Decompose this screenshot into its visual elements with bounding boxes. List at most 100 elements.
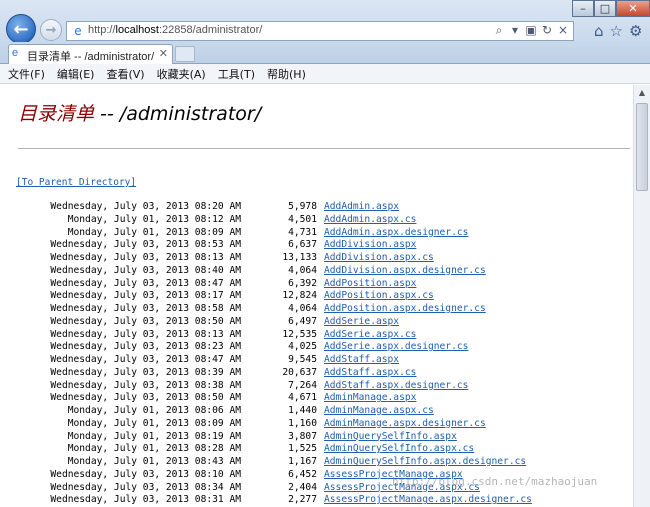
- file-size: 6,637: [288, 239, 317, 251]
- file-size: 6,452: [288, 468, 317, 480]
- file-link[interactable]: AddPosition.aspx.designer.cs: [324, 303, 486, 316]
- file-size: 4,025: [288, 341, 317, 353]
- file-link[interactable]: AddPosition.aspx: [324, 278, 416, 291]
- file-link[interactable]: AddDivision.aspx.cs: [324, 252, 434, 265]
- file-link[interactable]: AddSerie.aspx.designer.cs: [324, 341, 468, 354]
- file-link[interactable]: AddStaff.aspx.cs: [324, 367, 416, 380]
- search-icon[interactable]: ⌕: [493, 23, 505, 38]
- file-link[interactable]: AdminQuerySelfInfo.aspx.designer.cs: [324, 456, 526, 469]
- file-link[interactable]: AddStaff.aspx.designer.cs: [324, 380, 468, 393]
- refresh-icon[interactable]: ↻: [541, 23, 553, 38]
- file-size: 1,167: [288, 456, 317, 467]
- close-window-button[interactable]: ✕: [616, 0, 650, 17]
- file-link[interactable]: AdminManage.aspx.designer.cs: [324, 418, 486, 431]
- dropdown-arrow-icon[interactable]: ▾: [509, 23, 521, 38]
- watermark-text: http://blog.csdn.net/mazhaojuan: [392, 475, 598, 488]
- file-link[interactable]: AdminManage.aspx: [324, 392, 416, 405]
- file-row: Wednesday, July 03, 2013 08:20 AM 5,978 Ad…: [0, 201, 633, 214]
- file-row: Monday, July 01, 2013 08:28 AM 1,525 Admin…: [0, 443, 633, 456]
- file-date: Wednesday, July 03, 2013 08:38 AM: [50, 379, 241, 391]
- file-listing: Wednesday, July 03, 2013 08:20 AM 5,978 Ad…: [0, 201, 633, 507]
- stop-icon[interactable]: ×: [557, 23, 569, 38]
- home-icon[interactable]: ⌂: [594, 22, 604, 40]
- maximize-icon: □: [599, 2, 611, 15]
- file-row: Monday, July 01, 2013 08:12 AM 4,501 AddAd…: [0, 214, 633, 227]
- file-row: Wednesday, July 03, 2013 08:47 AM 9,545 Ad…: [0, 354, 633, 367]
- page-title: 目录清单 -- /administrator/: [18, 99, 261, 126]
- forward-arrow-icon: →: [45, 22, 57, 38]
- favorites-star-icon[interactable]: ☆: [610, 22, 623, 40]
- file-row: Monday, July 01, 2013 08:19 AM 3,807 Admin…: [0, 431, 633, 444]
- file-size: 12,824: [282, 290, 317, 302]
- maximize-button[interactable]: □: [594, 0, 616, 17]
- file-link[interactable]: AddStaff.aspx: [324, 354, 399, 367]
- file-date: Wednesday, July 03, 2013 08:13 AM: [50, 252, 241, 263]
- file-row: Wednesday, July 03, 2013 08:47 AM 6,392 Ad…: [0, 278, 633, 291]
- file-date: Wednesday, July 03, 2013 08:39 AM: [50, 366, 241, 378]
- ie-page-icon: e: [12, 47, 19, 59]
- file-size: 5,978: [288, 201, 317, 212]
- file-size: 1,440: [288, 405, 317, 416]
- file-link[interactable]: AddAdmin.aspx.cs: [324, 214, 416, 227]
- file-date: Wednesday, July 03, 2013 08:40 AM: [50, 264, 241, 276]
- tab-title: 目录清单 -- /administrator/: [27, 51, 155, 63]
- menu-edit[interactable]: 编辑(E): [57, 66, 95, 82]
- file-row: Monday, July 01, 2013 08:09 AM 1,160 Admin…: [0, 418, 633, 431]
- file-date: Wednesday, July 03, 2013 08:10 AM: [50, 468, 241, 480]
- forward-button[interactable]: →: [40, 19, 62, 41]
- new-tab-button[interactable]: [175, 46, 195, 62]
- gear-icon[interactable]: ⚙: [629, 22, 642, 40]
- menu-file[interactable]: 文件(F): [8, 66, 45, 82]
- file-date: Wednesday, July 03, 2013 08:17 AM: [50, 290, 241, 302]
- file-size: 9,545: [288, 354, 317, 365]
- tab-active[interactable]: e 目录清单 -- /administrator/ ✕: [8, 44, 173, 64]
- address-bar[interactable]: e http://localhost:22858/administrator/ …: [66, 21, 574, 41]
- file-size: 1,160: [288, 417, 317, 429]
- minimize-button[interactable]: –: [572, 0, 594, 17]
- close-icon: ✕: [628, 2, 638, 15]
- file-date: Monday, July 01, 2013 08:19 AM: [67, 430, 241, 442]
- menu-bar: 文件(F) 编辑(E) 查看(V) 收藏夹(A) 工具(T) 帮助(H): [0, 64, 650, 84]
- file-date: Wednesday, July 03, 2013 08:47 AM: [50, 354, 241, 365]
- browser-toolbar-icons: ⌂ ☆ ⚙: [594, 22, 642, 40]
- address-url[interactable]: http://localhost:22858/administrator/: [88, 24, 262, 36]
- menu-favorites[interactable]: 收藏夹(A): [157, 66, 206, 82]
- file-date: Monday, July 01, 2013 08:43 AM: [67, 456, 241, 467]
- divider: [18, 148, 630, 149]
- back-button[interactable]: ←: [6, 14, 36, 44]
- browser-titlebar: ← → e http://localhost:22858/administrat…: [0, 0, 650, 44]
- file-row: Wednesday, July 03, 2013 08:40 AM 4,064 Ad…: [0, 265, 633, 278]
- menu-help[interactable]: 帮助(H): [267, 66, 306, 82]
- file-link[interactable]: AddSerie.aspx: [324, 316, 399, 329]
- file-link[interactable]: AddDivision.aspx.designer.cs: [324, 265, 486, 278]
- menu-view[interactable]: 查看(V): [106, 66, 144, 82]
- file-link[interactable]: AssessProjectManage.aspx.designer.cs: [324, 494, 532, 507]
- menu-tools[interactable]: 工具(T): [218, 66, 255, 82]
- file-date: Wednesday, July 03, 2013 08:58 AM: [50, 303, 241, 314]
- tab-close-icon[interactable]: ✕: [159, 47, 168, 60]
- file-date: Monday, July 01, 2013 08:09 AM: [67, 417, 241, 429]
- file-link[interactable]: AddSerie.aspx.cs: [324, 329, 416, 342]
- file-link[interactable]: AddAdmin.aspx.designer.cs: [324, 227, 468, 240]
- file-size: 4,064: [288, 303, 317, 314]
- file-link[interactable]: AdminQuerySelfInfo.aspx: [324, 431, 457, 444]
- address-tools: ⌕ ▾ ▣ ↻ ×: [493, 23, 569, 38]
- file-link[interactable]: AddPosition.aspx.cs: [324, 290, 434, 303]
- file-link[interactable]: AdminQuerySelfInfo.aspx.cs: [324, 443, 474, 456]
- file-size: 4,731: [288, 226, 317, 238]
- compat-view-icon[interactable]: ▣: [525, 23, 537, 38]
- scroll-thumb[interactable]: [636, 103, 648, 191]
- file-size: 2,404: [288, 481, 317, 493]
- file-date: Monday, July 01, 2013 08:09 AM: [67, 226, 241, 238]
- file-link[interactable]: AddAdmin.aspx: [324, 201, 399, 214]
- back-arrow-icon: ←: [13, 18, 29, 40]
- file-date: Monday, July 01, 2013 08:06 AM: [67, 405, 241, 416]
- file-size: 1,525: [288, 443, 317, 455]
- file-link[interactable]: AddDivision.aspx: [324, 239, 416, 252]
- file-row: Monday, July 01, 2013 08:43 AM 1,167 Admin…: [0, 456, 633, 469]
- file-link[interactable]: AdminManage.aspx.cs: [324, 405, 434, 418]
- vertical-scrollbar[interactable]: ▲: [633, 85, 650, 507]
- parent-directory-link[interactable]: [To Parent Directory]: [16, 177, 136, 188]
- file-size: 4,064: [288, 264, 317, 276]
- scroll-up-icon[interactable]: ▲: [634, 85, 650, 101]
